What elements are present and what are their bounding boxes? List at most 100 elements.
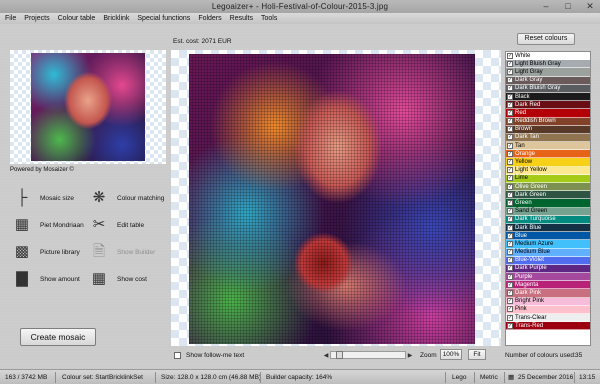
- mosaic-canvas[interactable]: [171, 50, 501, 346]
- colour-checkbox[interactable]: ✓: [507, 85, 513, 92]
- piet-mondriaan-button[interactable]: ▦ Piet Mondriaan: [13, 214, 84, 236]
- colour-checkbox[interactable]: ✓: [507, 77, 513, 84]
- colour-checkbox[interactable]: ✓: [507, 126, 513, 133]
- colour-checkbox[interactable]: ✓: [507, 167, 513, 174]
- menu-special-functions[interactable]: Special functions: [137, 13, 190, 24]
- zoom-slider-thumb[interactable]: [336, 351, 343, 359]
- colour-checkbox[interactable]: ✓: [507, 150, 513, 157]
- colour-checkbox[interactable]: ✓: [507, 208, 513, 215]
- colour-row[interactable]: ✓ Yellow: [506, 158, 590, 167]
- close-icon[interactable]: ✕: [584, 1, 596, 11]
- colour-row[interactable]: ✓ Dark Pink: [506, 289, 590, 298]
- colour-checkbox[interactable]: ✓: [507, 273, 513, 280]
- show-builder-button[interactable]: 🗎 Show Builder: [90, 241, 155, 263]
- colour-row[interactable]: ✓ Orange: [506, 150, 590, 159]
- create-mosaic-button[interactable]: Create mosaic: [20, 328, 96, 346]
- colour-checkbox[interactable]: ✓: [507, 249, 513, 256]
- colour-checkbox[interactable]: ✓: [507, 68, 513, 75]
- colour-checkbox[interactable]: ✓: [507, 281, 513, 288]
- colour-row[interactable]: ✓ Tan: [506, 142, 590, 151]
- colour-checkbox[interactable]: ✓: [507, 199, 513, 206]
- colour-row[interactable]: ✓ Olive Green: [506, 183, 590, 192]
- colour-row[interactable]: ✓ Dark Bluish Gray: [506, 84, 590, 93]
- menu-file[interactable]: File: [5, 13, 16, 24]
- colour-row[interactable]: ✓ Dark Green: [506, 191, 590, 200]
- colour-row[interactable]: ✓ Dark Red: [506, 101, 590, 110]
- colour-row[interactable]: ✓ Light Yellow: [506, 166, 590, 175]
- zoom-100-button[interactable]: 100%: [440, 349, 462, 360]
- colour-checkbox[interactable]: ✓: [507, 52, 513, 59]
- colour-checkbox[interactable]: ✓: [507, 314, 513, 321]
- follow-me-option[interactable]: Show follow-me text: [174, 352, 244, 359]
- menu-projects[interactable]: Projects: [24, 13, 49, 24]
- colour-checkbox[interactable]: ✓: [507, 191, 513, 198]
- show-cost-button[interactable]: ▦ Show cost: [90, 268, 147, 290]
- colour-row[interactable]: ✓ Sand Green: [506, 207, 590, 216]
- colour-checkbox[interactable]: ✓: [507, 257, 513, 264]
- colour-row[interactable]: ✓ Dark Turquoise: [506, 215, 590, 224]
- fit-button[interactable]: Fit: [468, 349, 486, 360]
- colour-checkbox[interactable]: ✓: [507, 183, 513, 190]
- colour-checkbox[interactable]: ✓: [507, 134, 513, 141]
- reset-colours-button[interactable]: Reset colours: [517, 33, 575, 45]
- colour-row[interactable]: ✓ Black: [506, 92, 590, 102]
- colour-row[interactable]: ✓ Medium Blue: [506, 248, 590, 257]
- colour-row[interactable]: ✓ Pink: [506, 305, 590, 314]
- colour-row[interactable]: ✓ Dark Blue: [506, 223, 590, 233]
- colour-checkbox[interactable]: ✓: [507, 290, 513, 297]
- colour-checkbox[interactable]: ✓: [507, 175, 513, 182]
- colour-checkbox[interactable]: ✓: [507, 265, 513, 272]
- menu-results[interactable]: Results: [230, 13, 253, 24]
- colour-checkbox[interactable]: ✓: [507, 159, 513, 166]
- colour-row[interactable]: ✓ Green: [506, 199, 590, 208]
- maximize-icon[interactable]: □: [562, 1, 574, 11]
- menu-colour-table[interactable]: Colour table: [58, 13, 96, 24]
- colour-row[interactable]: ✓ Dark Gray: [506, 76, 590, 85]
- colour-checkbox[interactable]: ✓: [507, 60, 513, 67]
- colour-checkbox[interactable]: ✓: [507, 322, 513, 329]
- menu-bricklink[interactable]: Bricklink: [103, 13, 129, 24]
- colour-checkbox[interactable]: ✓: [507, 101, 513, 108]
- edit-table-button[interactable]: ✂ Edit table: [90, 214, 144, 236]
- colour-row[interactable]: ✓ Magenta: [506, 281, 590, 290]
- colour-row[interactable]: ✓ Light Bluish Gray: [506, 60, 590, 69]
- colour-checkbox[interactable]: ✓: [507, 118, 513, 125]
- colour-row[interactable]: ✓ Trans-Red: [506, 322, 590, 331]
- zoom-slider[interactable]: ◀ ▶: [322, 350, 414, 360]
- colour-row[interactable]: ✓ Medium Azure: [506, 240, 590, 249]
- colour-row[interactable]: ✓ Bright Pink: [506, 297, 590, 306]
- colour-row[interactable]: ✓ Lime: [506, 174, 590, 183]
- colour-checkbox[interactable]: ✓: [507, 109, 513, 116]
- zoom-slider-track[interactable]: [330, 351, 406, 359]
- colour-checkbox[interactable]: ✓: [507, 93, 513, 100]
- slider-left-arrow-icon[interactable]: ◀: [322, 352, 330, 359]
- menu-folders[interactable]: Folders: [198, 13, 221, 24]
- colour-row[interactable]: ✓ Purple: [506, 273, 590, 282]
- colour-row[interactable]: ✓ Blue-Violet: [506, 256, 590, 265]
- colour-row[interactable]: ✓ Brown: [506, 125, 590, 134]
- colour-row[interactable]: ✓ Trans-Clear: [506, 314, 590, 323]
- colour-checkbox[interactable]: ✓: [507, 142, 513, 149]
- mosaic-size-button[interactable]: ├ Mosaic size: [13, 187, 74, 209]
- colour-checkbox[interactable]: ✓: [507, 224, 513, 231]
- colour-checkbox[interactable]: ✓: [507, 216, 513, 223]
- colour-row[interactable]: ✓ Dark Tan: [506, 133, 590, 143]
- menu-tools[interactable]: Tools: [261, 13, 277, 24]
- follow-me-checkbox[interactable]: [174, 352, 181, 359]
- colour-row[interactable]: ✓ White: [506, 52, 590, 61]
- colour-row[interactable]: ✓ Light Gray: [506, 68, 590, 77]
- colour-checkbox[interactable]: ✓: [507, 240, 513, 247]
- colour-checkbox[interactable]: ✓: [507, 306, 513, 313]
- colour-list[interactable]: ✓ White ✓ Light Bluish Gray ✓ Light Gray ✓ Dark…: [505, 51, 591, 346]
- colour-checkbox[interactable]: ✓: [507, 298, 513, 305]
- colour-row[interactable]: ✓ Dark Purple: [506, 264, 590, 274]
- minimize-icon[interactable]: –: [540, 1, 552, 11]
- show-amount-button[interactable]: ▇ Show amount: [13, 268, 80, 290]
- picture-library-button[interactable]: ▩ Picture library: [13, 241, 80, 263]
- colour-matching-button[interactable]: ❋ Colour matching: [90, 187, 165, 209]
- colour-checkbox[interactable]: ✓: [507, 232, 513, 239]
- colour-row[interactable]: ✓ Reddish Brown: [506, 117, 590, 126]
- slider-right-arrow-icon[interactable]: ▶: [406, 352, 414, 359]
- colour-row[interactable]: ✓ Red: [506, 109, 590, 118]
- colour-row[interactable]: ✓ Blue: [506, 232, 590, 241]
